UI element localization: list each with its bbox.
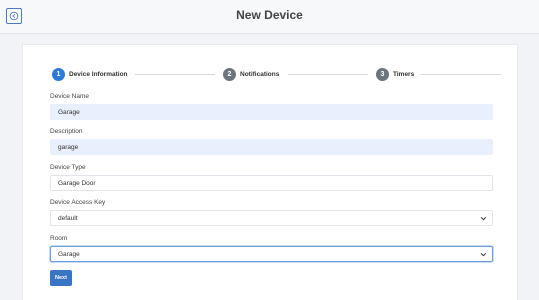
device-name-input[interactable]: Garage: [50, 104, 493, 120]
step-3-label[interactable]: Timers: [393, 71, 414, 78]
description-value: garage: [58, 143, 79, 151]
device-name-value: Garage: [58, 108, 80, 116]
device-name-label: Device Name: [50, 93, 90, 100]
chevron-down-icon: [480, 252, 487, 257]
step-3-indicator[interactable]: 3: [376, 68, 389, 81]
description-input[interactable]: garage: [50, 139, 493, 155]
room-select[interactable]: Garage: [50, 246, 493, 262]
chevron-down-icon: [480, 216, 487, 221]
access-key-select[interactable]: default: [50, 210, 493, 226]
step-connector: [135, 74, 215, 75]
device-type-label: Device Type: [50, 164, 86, 171]
step-1-label[interactable]: Device Information: [69, 71, 128, 78]
device-type-input[interactable]: Garage Door: [50, 175, 493, 191]
description-label: Description: [50, 128, 83, 135]
access-key-value: default: [58, 214, 78, 222]
stepper: 1 Device Information 2 Notifications 3 T…: [23, 45, 519, 105]
page-title: New Device: [236, 8, 303, 22]
step-2-label[interactable]: Notifications: [240, 71, 279, 78]
step-1-indicator[interactable]: 1: [52, 68, 65, 81]
form-card: 1 Device Information 2 Notifications 3 T…: [22, 44, 518, 300]
room-value: Garage: [58, 250, 80, 258]
next-button[interactable]: Next: [50, 270, 72, 286]
page-header: New Device: [0, 0, 539, 34]
step-connector: [288, 74, 368, 75]
step-2-indicator[interactable]: 2: [223, 68, 236, 81]
step-connector: [421, 74, 501, 75]
device-type-value: Garage Door: [58, 179, 96, 187]
room-label: Room: [50, 235, 68, 242]
access-key-label: Device Access Key: [50, 199, 106, 206]
